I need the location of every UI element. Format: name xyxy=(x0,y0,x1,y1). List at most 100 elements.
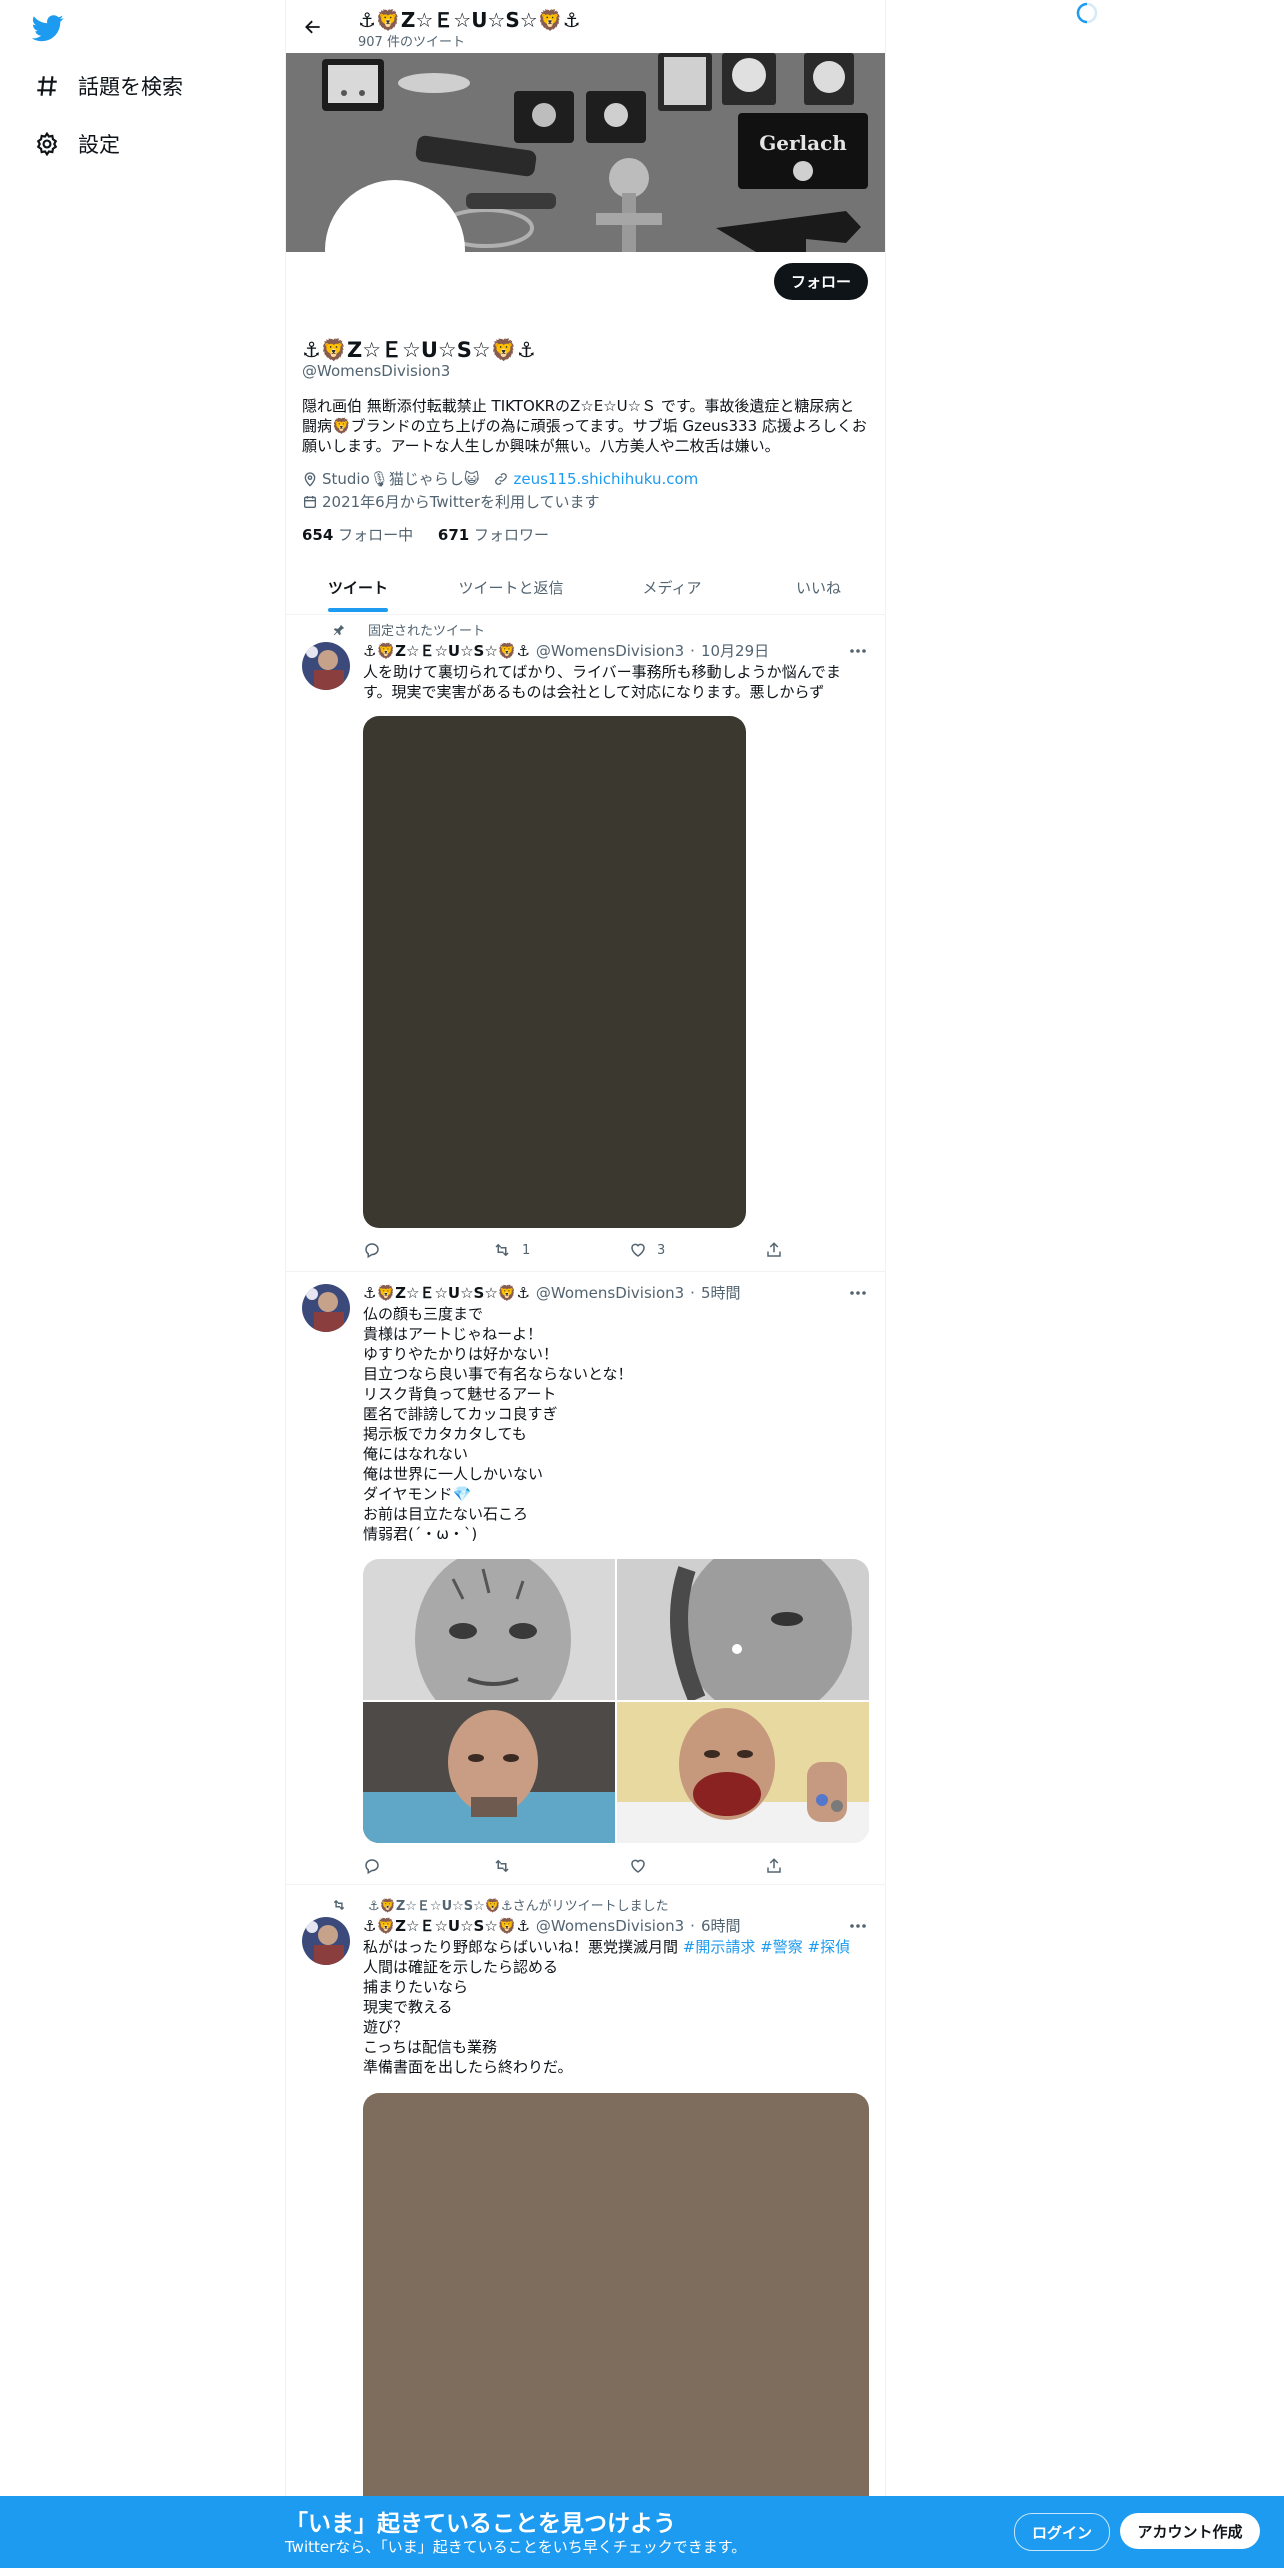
retweet-count: 1 xyxy=(522,1242,531,1258)
more-options-icon[interactable] xyxy=(848,641,868,661)
profile-header: ⚓🦁Z☆Ｅ☆U☆S☆🦁⚓ 907 件のツイート xyxy=(286,0,885,53)
tweet-avatar[interactable] xyxy=(302,642,350,690)
follow-button[interactable]: フォロー xyxy=(774,263,868,300)
tweet-timestamp[interactable]: 5時間 xyxy=(701,1282,741,1303)
tab-tweets-and-replies[interactable]: ツイートと返信 xyxy=(430,560,592,614)
profile-tabs: ツイート ツイートと返信 メディア いいね xyxy=(286,560,885,615)
like-button[interactable] xyxy=(629,1854,657,1878)
hashtag-link[interactable]: #探偵 xyxy=(808,1938,851,1956)
media-placeholder xyxy=(363,716,746,1228)
retweeter-name[interactable]: ⚓🦁Z☆Ｅ☆U☆S☆🦁⚓ xyxy=(368,1899,513,1914)
header-display-name: ⚓🦁Z☆Ｅ☆U☆S☆🦁⚓ xyxy=(358,8,581,32)
tweet-media-image[interactable] xyxy=(363,1559,615,1700)
like-button[interactable]: 3 xyxy=(629,1238,665,1262)
tweet-avatar[interactable] xyxy=(302,1284,350,1332)
tweet-text-first-line: 私がはったり野郎ならばいいね！悪党撲滅月間 #開示請求 #警察 #探偵 xyxy=(363,1937,869,1957)
signup-button[interactable]: アカウント作成 xyxy=(1120,2513,1260,2549)
tweet-media-image[interactable] xyxy=(617,1702,869,1843)
sidebar-item-explore[interactable]: 話題を検索 xyxy=(32,66,183,106)
tab-tweets[interactable]: ツイート xyxy=(286,560,430,614)
profile-joined-date: 2021年6月からTwitterを利用しています xyxy=(322,493,600,511)
location-pin-icon xyxy=(304,471,316,487)
back-button[interactable] xyxy=(296,10,330,44)
like-count: 3 xyxy=(657,1242,666,1258)
tab-media[interactable]: メディア xyxy=(592,560,752,614)
pinned-context: 固定されたツイート xyxy=(332,620,485,639)
followers-link[interactable]: 671 フォロワー xyxy=(438,526,549,544)
tweet-text: 人を助けて裏切られてばかり、ライバー事務所も移動しようか悩んでます。現実で実害が… xyxy=(363,663,841,701)
twitter-bird-icon[interactable] xyxy=(30,12,66,44)
following-count: 654 xyxy=(302,526,334,544)
tweet-text: 私がはったり野郎ならばいいね！悪党撲滅月間 xyxy=(363,1938,679,1956)
active-tab-indicator xyxy=(328,608,388,612)
tab-likes[interactable]: いいね xyxy=(752,560,885,614)
tweet-text: 人間は確証を示したら認める 捕まりたいなら 現実で教える 遊び？ こっちは配信も… xyxy=(363,1958,573,2076)
sidebar-item-settings[interactable]: 設定 xyxy=(32,124,120,164)
tweet-count: 907 件のツイート xyxy=(358,35,465,50)
tweet-author-name[interactable]: ⚓🦁Z☆Ｅ☆U☆S☆🦁⚓ xyxy=(363,1915,530,1936)
signup-banner-subtitle: Twitterなら、「いま」起きていることをいち早くチェックできます。 xyxy=(285,2538,747,2556)
profile-website-link[interactable]: zeus115.shichihuku.com xyxy=(513,470,698,488)
retweet-icon xyxy=(495,1859,509,1873)
following-link[interactable]: 654 フォロー中 xyxy=(302,526,413,544)
gear-icon xyxy=(32,129,62,159)
tweet-header: ⚓🦁Z☆Ｅ☆U☆S☆🦁⚓ @WomensDivision3 · 5時間 xyxy=(363,1282,741,1303)
retweet-button[interactable]: 1 xyxy=(492,1238,530,1262)
followers-label: フォロワー xyxy=(473,526,549,544)
tweet-author-handle[interactable]: @WomensDivision3 xyxy=(536,1284,684,1302)
tweet-header: ⚓🦁Z☆Ｅ☆U☆S☆🦁⚓ @WomensDivision3 · 10月29日 xyxy=(363,640,770,661)
following-label: フォロー中 xyxy=(338,526,414,544)
tweet-text: 仏の顔も三度まで 貴様はアートじゃねーよ！ ゆすりやたかりは好かない！ 目立つな… xyxy=(363,1305,633,1543)
share-icon xyxy=(767,1858,781,1873)
link-icon xyxy=(495,472,508,485)
tweet-author-handle[interactable]: @WomensDivision3 xyxy=(536,642,684,660)
tweet-timestamp[interactable]: 10月29日 xyxy=(701,640,769,661)
hashtag-link[interactable]: #警察 xyxy=(760,1938,803,1956)
reply-button[interactable] xyxy=(363,1854,381,1878)
profile-bio: 隠れ画伯 無断添付転載禁止 TIKTOKRのZ☆E☆U☆Ｓ です。事故後遺症と糖… xyxy=(302,397,867,455)
sidebar-item-label: 設定 xyxy=(78,133,120,157)
more-options-icon[interactable] xyxy=(848,1283,868,1303)
calendar-icon xyxy=(304,495,316,508)
tweet-media-image[interactable] xyxy=(363,716,746,1228)
more-options-icon[interactable] xyxy=(848,1916,868,1936)
arrow-left-icon xyxy=(305,20,320,34)
tweet-actions xyxy=(363,1854,783,1878)
retweet-button[interactable] xyxy=(492,1854,522,1878)
reply-icon xyxy=(365,1243,379,1259)
retweet-context-label: さんがリツイートしました xyxy=(512,1899,669,1914)
tweet-media-image[interactable] xyxy=(617,1559,869,1700)
signup-banner: 「いま」起きていることを見つけよう Twitterなら、「いま」起きていることを… xyxy=(0,2496,1284,2568)
hashtag-link[interactable]: #開示請求 xyxy=(683,1938,756,1956)
tweet-retweet[interactable]: ⚓🦁Z☆Ｅ☆U☆S☆🦁⚓さんがリツイートしました ⚓🦁Z☆Ｅ☆U☆S☆🦁⚓ @W… xyxy=(286,1885,885,2568)
tweet-media-image[interactable] xyxy=(363,1702,615,1843)
left-sidebar: 話題を検索 設定 xyxy=(0,0,285,2568)
retweet-icon xyxy=(495,1243,509,1257)
login-button[interactable]: ログイン xyxy=(1014,2513,1110,2551)
tweet-header: ⚓🦁Z☆Ｅ☆U☆S☆🦁⚓ @WomensDivision3 · 6時間 xyxy=(363,1915,741,1936)
tweet-author-name[interactable]: ⚓🦁Z☆Ｅ☆U☆S☆🦁⚓ xyxy=(363,1282,530,1303)
tweet-pinned[interactable]: 固定されたツイート ⚓🦁Z☆Ｅ☆U☆S☆🦁⚓ @WomensDivision3 … xyxy=(286,615,885,1272)
tweet-avatar[interactable] xyxy=(302,1917,350,1965)
tweet-author-name[interactable]: ⚓🦁Z☆Ｅ☆U☆S☆🦁⚓ xyxy=(363,640,530,661)
sidebar-item-label: 話題を検索 xyxy=(78,75,183,99)
profile-display-name: ⚓🦁Z☆Ｅ☆U☆S☆🦁⚓ xyxy=(302,338,536,362)
heart-icon xyxy=(631,1243,645,1257)
share-button[interactable] xyxy=(765,1854,783,1878)
follow-stats: 654 フォロー中 671 フォロワー xyxy=(302,524,549,545)
tweet[interactable]: ⚓🦁Z☆Ｅ☆U☆S☆🦁⚓ @WomensDivision3 · 5時間 仏の顔も… xyxy=(286,1272,885,1885)
tweet-actions: 1 3 xyxy=(363,1238,783,1262)
signup-banner-title: 「いま」起きていることを見つけよう xyxy=(285,2511,676,2537)
reply-icon xyxy=(365,1859,379,1875)
profile-meta-row: Studio🎙猫じゃらし😺 zeus115.shichihuku.com xyxy=(302,468,698,489)
retweet-context: ⚓🦁Z☆Ｅ☆U☆S☆🦁⚓さんがリツイートしました xyxy=(332,1895,669,1914)
profile-avatar[interactable] xyxy=(325,180,465,320)
profile-location: Studio🎙猫じゃらし😺 xyxy=(322,470,480,488)
reply-button[interactable] xyxy=(363,1238,381,1262)
share-button[interactable] xyxy=(765,1238,783,1262)
profile-column: ⚓🦁Z☆Ｅ☆U☆S☆🦁⚓ 907 件のツイート Gerlach フォロー ⚓🦁Z… xyxy=(285,0,886,2568)
profile-joined-row: 2021年6月からTwitterを利用しています xyxy=(302,491,600,512)
pin-icon xyxy=(333,624,345,635)
tweet-author-handle[interactable]: @WomensDivision3 xyxy=(536,1917,684,1935)
tweet-timestamp[interactable]: 6時間 xyxy=(701,1915,741,1936)
